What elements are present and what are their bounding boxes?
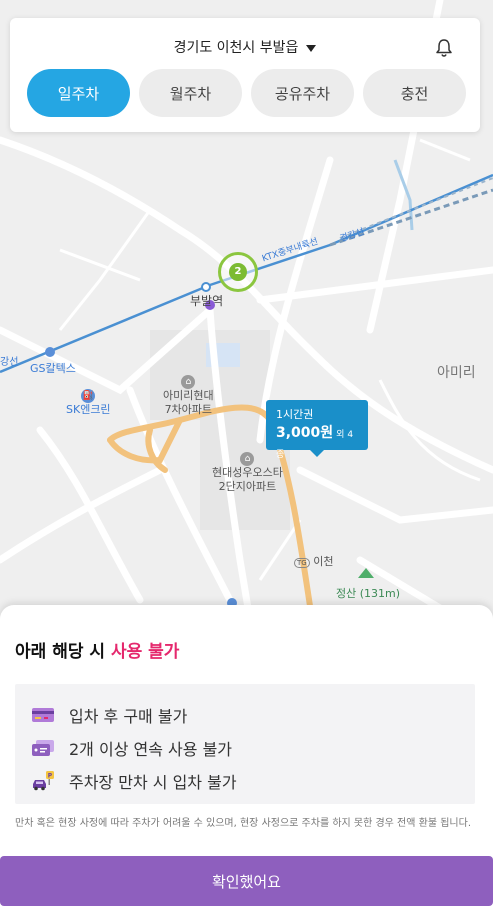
restriction-list: 입차 후 구매 불가 2개 이상 연속 사용 불가 P 주차장 만차 시 입차 … bbox=[15, 684, 475, 804]
cluster-count: 2 bbox=[229, 263, 247, 281]
confirm-button[interactable]: 확인했어요 bbox=[0, 856, 493, 906]
apartment-icon: ⌂ bbox=[240, 452, 255, 466]
ic-label: TG 이천 bbox=[294, 553, 333, 569]
parking-price-marker[interactable]: 1시간권 3,000원 외 4종 bbox=[266, 400, 368, 460]
bell-icon[interactable] bbox=[434, 38, 454, 58]
apartment-icon: ⌂ bbox=[181, 375, 196, 389]
parking-type-tabs: 일주차 월주차 공유주차 충전 bbox=[27, 69, 466, 117]
location-label: 경기도 이천시 부발읍 bbox=[173, 40, 299, 56]
list-item: 입차 후 구매 불가 bbox=[31, 698, 459, 731]
poi-gs-caltex[interactable]: GS칼텍스 bbox=[30, 360, 76, 376]
disclaimer-note: 만차 혹은 현장 사정에 따라 주차가 어려울 수 있으며, 현장 사정으로 주… bbox=[15, 818, 471, 829]
list-item: P 주차장 만차 시 입차 불가 bbox=[31, 764, 459, 797]
poi-sk-enclean[interactable]: ⛽ SK엔크린 bbox=[66, 388, 111, 417]
poi-amiri-hyundai-7[interactable]: ⌂ 아미리현대 7차아파트 bbox=[163, 374, 214, 417]
tab-charging[interactable]: 충전 bbox=[363, 69, 466, 117]
tollgate-badge: TG bbox=[294, 558, 310, 568]
header-card: 경기도 이천시 부발읍 일주차 월주차 공유주차 충전 bbox=[10, 18, 480, 132]
area-label-amiri: 아미리 bbox=[437, 365, 476, 381]
poi-hyundai-sungwoo-2[interactable]: ⌂ 현대성우오스타 2단지아파트 bbox=[212, 451, 283, 494]
parking-car-icon: P bbox=[31, 770, 55, 791]
tab-shared-parking[interactable]: 공유주차 bbox=[251, 69, 354, 117]
rail-label-gangseon: 강선 bbox=[0, 357, 19, 368]
ticket-icon bbox=[31, 738, 55, 758]
svg-text:P: P bbox=[48, 772, 53, 779]
sheet-title: 아래 해당 시 사용 불가 bbox=[15, 642, 180, 662]
mountain-label: 정산 (131m) bbox=[336, 587, 401, 600]
parking-cluster-marker[interactable]: 2 bbox=[218, 252, 258, 292]
list-item: 2개 이상 연속 사용 불가 bbox=[31, 731, 459, 764]
station-label: 부발역 bbox=[190, 294, 224, 308]
gas-station-icon: ⛽ bbox=[81, 389, 96, 403]
credit-card-icon bbox=[31, 705, 55, 725]
price-pin-title: 1시간권 bbox=[276, 408, 314, 421]
location-selector[interactable]: 경기도 이천시 부발읍 bbox=[10, 37, 480, 57]
title-highlight: 사용 불가 bbox=[110, 642, 180, 662]
restriction-bottom-sheet: 아래 해당 시 사용 불가 입차 후 구매 불가 2개 이상 연속 사용 불가 … bbox=[0, 605, 493, 908]
tab-daily-parking[interactable]: 일주차 bbox=[27, 69, 130, 117]
price-pin-price: 3,000원 bbox=[276, 425, 334, 441]
tab-monthly-parking[interactable]: 월주차 bbox=[139, 69, 242, 117]
caret-down-icon bbox=[306, 44, 317, 52]
